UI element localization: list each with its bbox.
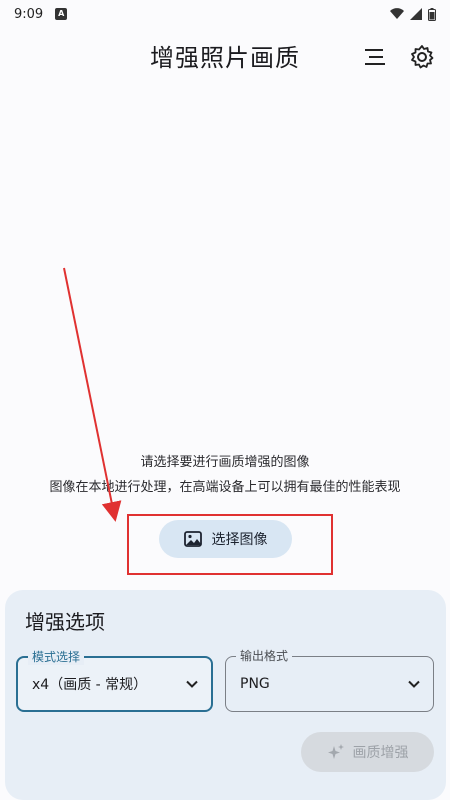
battery-icon bbox=[428, 7, 436, 21]
menu-lines-icon bbox=[365, 49, 385, 65]
prompt-line-2: 图像在本地进行处理，在高端设备上可以拥有最佳的性能表现 bbox=[49, 480, 401, 495]
status-time: 9:09 bbox=[14, 6, 44, 22]
chevron-down-icon bbox=[408, 680, 420, 688]
annotation-highlight-box bbox=[127, 514, 333, 575]
mode-select-value: x4（画质 - 常规） bbox=[32, 677, 148, 693]
sparkle-icon bbox=[327, 744, 344, 759]
enhance-button-label: 画质增强 bbox=[352, 745, 409, 761]
chevron-down-icon bbox=[186, 680, 198, 688]
options-title: 增强选项 bbox=[25, 610, 105, 634]
status-bar: 9:09 A bbox=[0, 0, 450, 28]
screen: 9:09 A 增强照片画质 请选择要进行画质增强的图像 图像在本地进行处理，在高… bbox=[0, 0, 450, 800]
app-bar: 增强照片画质 bbox=[0, 30, 450, 82]
wifi-icon bbox=[390, 8, 404, 19]
status-right bbox=[390, 7, 436, 21]
status-left: 9:09 A bbox=[14, 6, 68, 22]
mode-select[interactable]: 模式选择 x4（画质 - 常规） bbox=[16, 649, 213, 712]
signal-icon bbox=[410, 8, 422, 20]
format-select-value: PNG bbox=[240, 676, 270, 692]
settings-button[interactable] bbox=[407, 42, 437, 72]
mode-select-label: 模式选择 bbox=[28, 649, 85, 665]
options-panel: 增强选项 模式选择 x4（画质 - 常规） 输出格式 PNG 画质增强 bbox=[5, 590, 446, 800]
enhance-button[interactable]: 画质增强 bbox=[301, 732, 434, 772]
gear-icon bbox=[411, 45, 434, 69]
format-select[interactable]: 输出格式 PNG bbox=[225, 648, 434, 712]
notification-badge-icon: A bbox=[55, 8, 68, 20]
menu-button[interactable] bbox=[360, 42, 390, 72]
format-select-label: 输出格式 bbox=[236, 648, 293, 664]
prompt-line-1: 请选择要进行画质增强的图像 bbox=[140, 455, 310, 470]
